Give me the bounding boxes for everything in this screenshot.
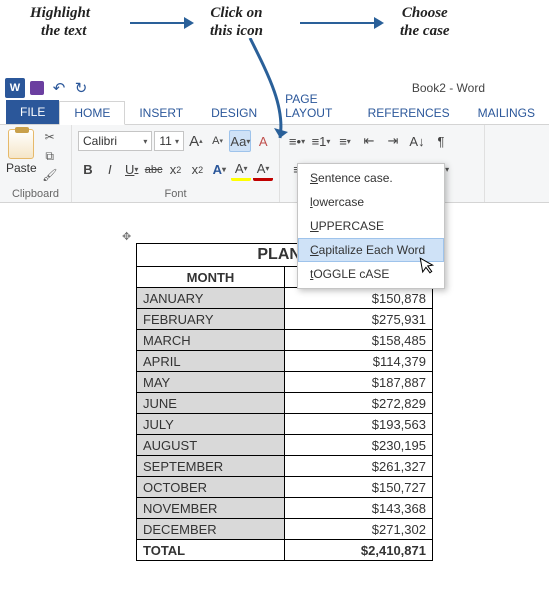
value-cell: $187,887 xyxy=(285,372,433,393)
value-cell: $143,368 xyxy=(285,498,433,519)
clipboard-group-label: Clipboard xyxy=(6,186,65,200)
superscript-button[interactable]: x2 xyxy=(187,159,207,181)
document-area: ✥ PLANE MONTH JANUARY$150,878FEBRUARY$27… xyxy=(0,230,549,561)
redo-icon[interactable]: ↻ xyxy=(70,78,92,98)
month-cell: APRIL xyxy=(137,351,285,372)
decrease-indent-button[interactable]: ⇤ xyxy=(358,130,380,152)
tab-file[interactable]: FILE xyxy=(6,100,59,124)
table-row: APRIL$114,379 xyxy=(137,351,433,372)
save-icon[interactable] xyxy=(26,78,48,98)
tab-home[interactable]: HOME xyxy=(59,101,125,125)
value-cell: $261,327 xyxy=(285,456,433,477)
table-row: DECEMBER$271,302 xyxy=(137,519,433,540)
underline-button[interactable]: U▾ xyxy=(122,159,142,181)
word-logo-icon: W xyxy=(4,78,26,98)
font-color-button[interactable]: A▾ xyxy=(253,159,273,181)
month-cell: SEPTEMBER xyxy=(137,456,285,477)
strike-button[interactable]: abc xyxy=(144,159,164,181)
font-name-combo[interactable]: Calibri▾ xyxy=(78,131,152,151)
month-cell: DECEMBER xyxy=(137,519,285,540)
month-cell: JUNE xyxy=(137,393,285,414)
month-cell: FEBRUARY xyxy=(137,309,285,330)
cut-icon[interactable]: ✂ xyxy=(41,129,59,145)
show-marks-button[interactable]: ¶ xyxy=(430,130,452,152)
case-lowercase[interactable]: lowercase xyxy=(298,190,444,214)
text-effects-button[interactable]: A▾ xyxy=(209,159,229,181)
sort-button[interactable]: A↓ xyxy=(406,130,428,152)
table-row: OCTOBER$150,727 xyxy=(137,477,433,498)
grow-font-button[interactable]: A▴ xyxy=(186,130,206,152)
highlight-button[interactable]: A▾ xyxy=(231,159,251,181)
month-cell: MARCH xyxy=(137,330,285,351)
value-cell: $114,379 xyxy=(285,351,433,372)
value-cell: $158,485 xyxy=(285,330,433,351)
font-size-combo[interactable]: 11▾ xyxy=(154,131,184,151)
shrink-font-button[interactable]: A▾ xyxy=(208,130,228,152)
arrow-1 xyxy=(130,22,190,24)
case-uppercase[interactable]: UPPERCASE xyxy=(298,214,444,238)
value-cell: $230,195 xyxy=(285,435,433,456)
font-group-label: Font xyxy=(78,186,273,200)
format-painter-icon[interactable]: 🖌 xyxy=(41,167,59,183)
numbering-button[interactable]: ≡1▾ xyxy=(310,130,332,152)
month-cell: AUGUST xyxy=(137,435,285,456)
group-clipboard: Paste ✂ ⧉ 🖌 Clipboard xyxy=(0,125,72,202)
curved-arrow xyxy=(230,38,300,158)
copy-icon[interactable]: ⧉ xyxy=(41,148,59,164)
paste-label: Paste xyxy=(6,161,37,175)
month-cell: MAY xyxy=(137,372,285,393)
table-row: AUGUST$230,195 xyxy=(137,435,433,456)
month-cell: OCTOBER xyxy=(137,477,285,498)
col-header-month: MONTH xyxy=(137,267,285,288)
value-cell: $193,563 xyxy=(285,414,433,435)
subscript-button[interactable]: x2 xyxy=(166,159,186,181)
tutorial-annotations: Highlight the text Click on this icon Ch… xyxy=(0,0,549,75)
month-cell: JULY xyxy=(137,414,285,435)
tab-insert[interactable]: INSERT xyxy=(125,102,197,124)
table-row: NOVEMBER$143,368 xyxy=(137,498,433,519)
italic-button[interactable]: I xyxy=(100,159,120,181)
multilevel-button[interactable]: ≡▾ xyxy=(334,130,356,152)
bold-button[interactable]: B xyxy=(78,159,98,181)
table-row: SEPTEMBER$261,327 xyxy=(137,456,433,477)
arrow-2 xyxy=(300,22,380,24)
tab-references[interactable]: REFERENCES xyxy=(354,102,464,124)
table-row: JUNE$272,829 xyxy=(137,393,433,414)
tab-mailings[interactable]: MAILINGS xyxy=(464,102,549,124)
table-row: JULY$193,563 xyxy=(137,414,433,435)
paste-icon xyxy=(8,129,34,159)
undo-icon[interactable]: ↶ xyxy=(48,78,70,98)
month-cell: JANUARY xyxy=(137,288,285,309)
increase-indent-button[interactable]: ⇥ xyxy=(382,130,404,152)
value-cell: $271,302 xyxy=(285,519,433,540)
value-cell: $150,727 xyxy=(285,477,433,498)
value-cell: $275,931 xyxy=(285,309,433,330)
case-sentence[interactable]: Sentence case. xyxy=(298,166,444,190)
annot-step2: Click on this icon xyxy=(210,4,263,40)
month-cell: NOVEMBER xyxy=(137,498,285,519)
table-row: MARCH$158,485 xyxy=(137,330,433,351)
paste-button[interactable]: Paste xyxy=(6,129,37,183)
value-cell: $272,829 xyxy=(285,393,433,414)
document-title: Book2 - Word xyxy=(412,81,485,95)
total-label: TOTAL xyxy=(137,540,285,561)
value-cell: $150,878 xyxy=(285,288,433,309)
table-row: FEBRUARY$275,931 xyxy=(137,309,433,330)
table-row: MAY$187,887 xyxy=(137,372,433,393)
annot-step1: Highlight the text xyxy=(30,4,90,40)
total-value: $2,410,871 xyxy=(285,540,433,561)
annot-step3: Choose the case xyxy=(400,4,450,40)
table-row: JANUARY$150,878 xyxy=(137,288,433,309)
data-table[interactable]: PLANE MONTH JANUARY$150,878FEBRUARY$275,… xyxy=(136,243,433,561)
